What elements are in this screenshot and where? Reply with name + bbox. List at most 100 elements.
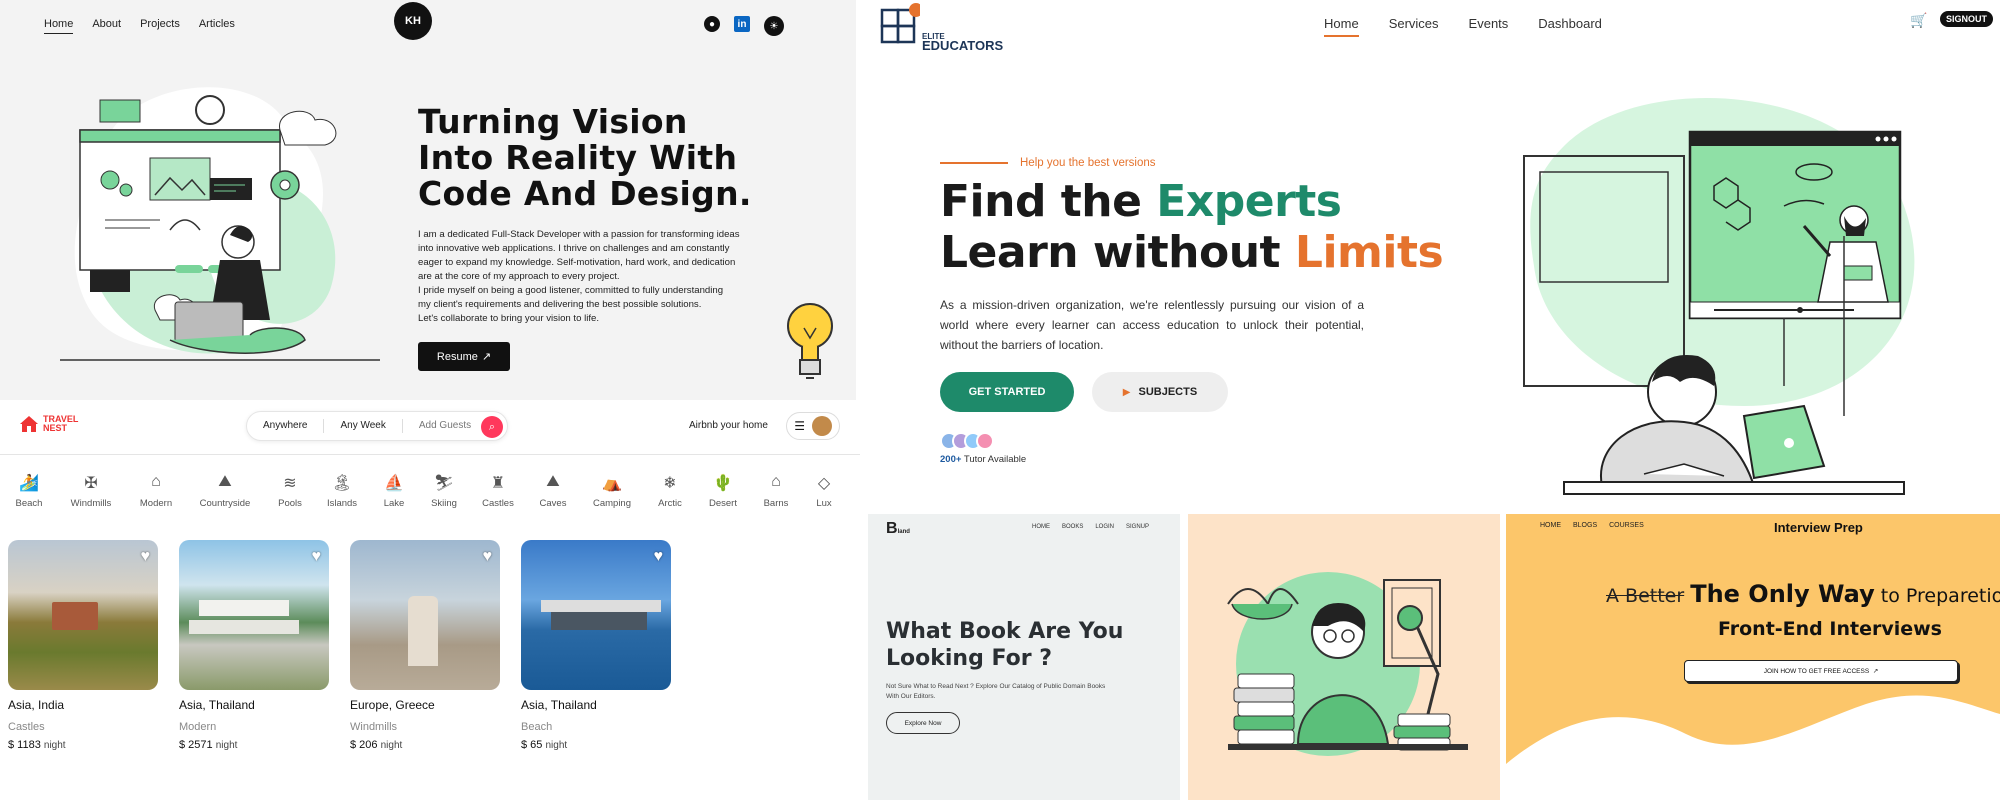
- search-guests[interactable]: Add Guests: [403, 419, 487, 433]
- nav-about-link[interactable]: About: [92, 18, 121, 34]
- interview-nav: HOME BLOGS COURSES: [1540, 522, 1644, 529]
- bio-line: are at the core of my approach to every …: [418, 271, 620, 282]
- educators-brand[interactable]: ELITE EDUCATORS: [878, 2, 1004, 53]
- windmill-icon: ✠: [84, 475, 98, 492]
- building-shape: [199, 600, 289, 616]
- category-lux[interactable]: ◇ Lux: [794, 473, 854, 509]
- listing-type: Beach: [521, 721, 553, 733]
- category-desert[interactable]: 🌵 Desert: [693, 473, 753, 509]
- heart-icon[interactable]: ♥: [654, 548, 664, 566]
- category-label: Caves: [539, 498, 567, 509]
- category-islands[interactable]: 🏝 Islands: [312, 473, 372, 509]
- price-unit: night: [545, 740, 568, 751]
- nav-articles-link[interactable]: Articles: [199, 18, 235, 34]
- category-skiing[interactable]: ⛷ Skiing: [414, 473, 474, 509]
- category-modern[interactable]: ⌂ Modern: [126, 473, 186, 509]
- user-menu[interactable]: ☰: [786, 412, 840, 440]
- search-bar[interactable]: Anywhere Any Week Add Guests ⌕: [246, 411, 508, 441]
- category-beach[interactable]: 🏄 Beach: [0, 473, 59, 509]
- cart-icon[interactable]: 🛒: [1910, 12, 1927, 29]
- nav-login[interactable]: LOGIN: [1095, 524, 1114, 530]
- category-label: Skiing: [431, 498, 457, 509]
- listing-type: Windmills: [350, 721, 398, 733]
- listing-location: Europe, Greece: [350, 698, 435, 712]
- nav-blogs[interactable]: BLOGS: [1573, 522, 1597, 529]
- modern-house-icon: ⌂: [151, 473, 161, 490]
- listing-card[interactable]: ♥ Asia, Thailand Modern $ 2571 night: [179, 540, 329, 751]
- search-where[interactable]: Anywhere: [247, 419, 325, 433]
- books-headline: What Book Are You Looking For ?: [886, 619, 1124, 671]
- interview-brand[interactable]: Interview Prep: [1774, 520, 1863, 535]
- category-countryside[interactable]: ⛰ Countryside: [195, 473, 255, 509]
- github-icon[interactable]: ●: [704, 16, 720, 32]
- heart-icon[interactable]: ♥: [141, 548, 151, 566]
- subjects-label: SUBJECTS: [1138, 386, 1198, 398]
- listing-price: $ 2571 night: [179, 739, 329, 751]
- books-panel: Bland HOME BOOKS LOGIN SIGNUP What Book …: [868, 514, 1180, 800]
- windmill-shape: [408, 596, 438, 666]
- nav-events[interactable]: Events: [1469, 16, 1509, 37]
- category-castles[interactable]: ♜ Castles: [468, 473, 528, 509]
- nav-home[interactable]: HOME: [1540, 522, 1561, 529]
- nav-projects-link[interactable]: Projects: [140, 18, 180, 34]
- avatar: [976, 432, 994, 450]
- nav-books[interactable]: BOOKS: [1062, 524, 1083, 530]
- category-camping[interactable]: ⛺ Camping: [582, 473, 642, 509]
- join-button[interactable]: JOIN HOW TO GET FREE ACCESS ↗: [1684, 660, 1958, 682]
- educators-nav: Home Services Events Dashboard: [1324, 16, 1602, 37]
- listing-card[interactable]: ♥ Asia, Thailand Beach $ 65 night: [521, 540, 671, 751]
- category-pools[interactable]: ≋ Pools: [260, 473, 320, 509]
- get-started-button[interactable]: GET STARTED: [940, 372, 1074, 412]
- heart-icon[interactable]: ♥: [483, 548, 493, 566]
- category-arctic[interactable]: ❄ Arctic: [640, 473, 700, 509]
- lake-icon: ⛵: [384, 475, 404, 492]
- tutor-count-value: 200+: [940, 454, 962, 465]
- heart-icon[interactable]: ♥: [312, 548, 322, 566]
- interview-headline: A Better The Only Way to Preparetion: [1606, 580, 2000, 608]
- headline-part: Learn without: [940, 227, 1295, 278]
- price-value: $ 206: [350, 739, 378, 751]
- search-when[interactable]: Any Week: [324, 419, 403, 433]
- lightbulb-icon: [787, 303, 833, 379]
- listing-card[interactable]: ♥ Asia, India Castles $ 1183 night: [8, 540, 158, 751]
- resume-button[interactable]: Resume ↗: [418, 342, 510, 371]
- cave-icon: ⛰: [546, 473, 560, 490]
- nav-home[interactable]: Home: [1324, 16, 1359, 37]
- nav-services[interactable]: Services: [1389, 16, 1439, 37]
- explore-button[interactable]: Explore Now: [886, 712, 960, 734]
- listing-type: Modern: [179, 721, 217, 733]
- category-label: Barns: [763, 498, 789, 509]
- listing-photo: ♥: [8, 540, 158, 690]
- books-subtitle: Not Sure What to Read Next ? Explore Our…: [886, 683, 1106, 700]
- building-shape: [189, 620, 299, 634]
- price-unit: night: [215, 740, 238, 751]
- category-windmills[interactable]: ✠ Windmills: [61, 473, 121, 509]
- linkedin-icon[interactable]: in: [734, 16, 750, 32]
- listing-card[interactable]: ♥ Europe, Greece Windmills $ 206 night: [350, 540, 500, 751]
- nav-home[interactable]: HOME: [1032, 524, 1050, 530]
- tutor-avatars: [940, 432, 994, 450]
- listing-photo: ♥: [179, 540, 329, 690]
- beach-icon: 🏄: [19, 475, 39, 492]
- nav-signup[interactable]: SIGNUP: [1126, 524, 1149, 530]
- price-unit: night: [43, 740, 66, 751]
- struck-text: A Better: [1606, 585, 1685, 607]
- brand-word-2: EDUCATORS: [922, 38, 1004, 53]
- subjects-button[interactable]: ▶ SUBJECTS: [1092, 372, 1228, 412]
- theme-toggle-icon[interactable]: ☀: [764, 16, 784, 36]
- search-icon[interactable]: ⌕: [481, 416, 503, 438]
- nav-courses[interactable]: COURSES: [1609, 522, 1644, 529]
- category-caves[interactable]: ⛰ Caves: [523, 473, 583, 509]
- host-link[interactable]: Airbnb your home: [689, 420, 768, 431]
- signout-button[interactable]: SIGNOUT: [1940, 11, 1994, 27]
- listing-location: Asia, Thailand: [179, 698, 255, 712]
- educators-headline: Find the Experts Learn without Limits: [940, 176, 1444, 278]
- nav-dashboard[interactable]: Dashboard: [1538, 16, 1602, 37]
- nav-home-link[interactable]: Home: [44, 18, 74, 34]
- travel-brand[interactable]: TRAVEL NEST: [18, 414, 78, 434]
- portfolio-logo[interactable]: KH: [394, 2, 432, 40]
- books-logo[interactable]: Bland: [886, 520, 910, 538]
- headline-line-2: Into Reality With: [418, 138, 738, 177]
- puzzle-logo-icon: [880, 3, 920, 44]
- brand-word-2: NEST: [43, 423, 68, 433]
